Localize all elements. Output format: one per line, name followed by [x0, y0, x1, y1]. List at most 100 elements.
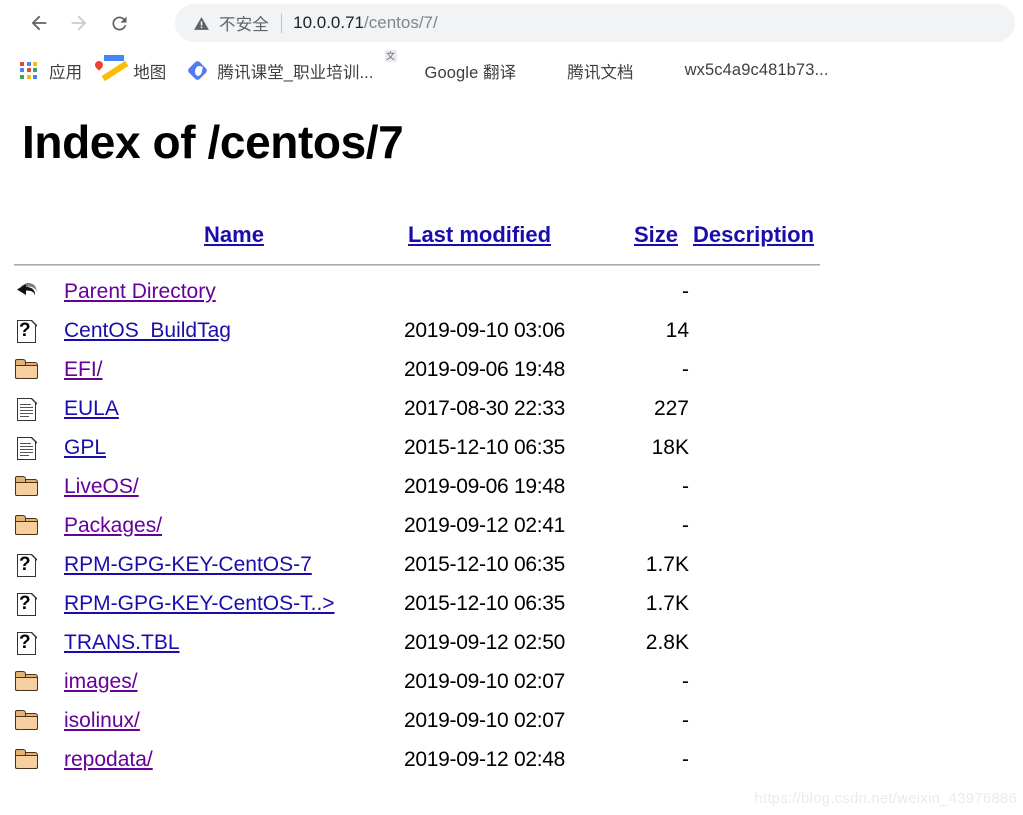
row-description-cell: [689, 506, 853, 545]
reload-button[interactable]: [102, 6, 136, 40]
watermark: https://blog.csdn.net/weixin_43976886: [754, 790, 1017, 807]
bookmark-label: 应用: [49, 63, 83, 82]
row-name-cell: LiveOS/: [64, 467, 404, 506]
folder-icon: [14, 474, 40, 500]
row-name-cell: Parent Directory: [64, 272, 404, 311]
file-link[interactable]: GPL: [64, 436, 106, 459]
bookmark-maps[interactable]: 地图: [93, 54, 166, 86]
text-file-icon: [14, 396, 40, 422]
file-link[interactable]: EULA: [64, 397, 119, 420]
table-row: LiveOS/2019-09-06 19:48 -: [14, 467, 853, 506]
folder-icon: [14, 513, 40, 539]
row-size-cell: -: [682, 513, 689, 537]
table-row: Packages/2019-09-12 02:41 -: [14, 506, 853, 545]
file-link[interactable]: isolinux/: [64, 709, 140, 732]
back-arrow-icon: [31, 15, 47, 31]
folder-icon: [14, 708, 40, 734]
file-link[interactable]: Packages/: [64, 514, 162, 537]
table-row: Parent Directory -: [14, 272, 853, 311]
row-size-cell: -: [682, 357, 689, 381]
row-icon-cell: [14, 350, 64, 389]
table-row: GPL 2015-12-10 06:35 18K: [14, 428, 853, 467]
row-icon-cell: ?: [14, 584, 64, 623]
directory-listing-table: Name Last modified Size Description Pare…: [14, 213, 853, 779]
row-date-cell: 2019-09-06 19:48: [404, 357, 566, 381]
row-size-cell: -: [682, 669, 689, 693]
url-text: 10.0.0.71/centos/7/: [293, 13, 438, 33]
unknown-file-icon: ?: [14, 630, 40, 656]
table-rule-cell: [14, 257, 853, 272]
row-description-cell: [689, 623, 853, 662]
apps-grid-icon: [20, 61, 40, 81]
folder-icon: [14, 357, 40, 383]
row-date-cell: 2019-09-10 02:07: [404, 669, 566, 693]
row-date-cell: 2015-12-10 06:35: [404, 591, 566, 615]
back-button[interactable]: [22, 6, 56, 40]
table-row: images/2019-09-10 02:07 -: [14, 662, 853, 701]
sort-by-size-link[interactable]: Size: [634, 222, 678, 247]
bookmark-wechat-note[interactable]: wx5c4a9c481b73...: [656, 56, 829, 86]
row-name-cell: repodata/: [64, 740, 404, 779]
table-row: ? TRANS.TBL 2019-09-12 02:50 2.8K: [14, 623, 853, 662]
bookmark-label: 腾讯课堂_职业培训...: [217, 63, 374, 82]
row-description-cell: [689, 272, 853, 311]
row-size-cell: -: [682, 708, 689, 732]
row-date-cell: 2019-09-12 02:48: [404, 747, 566, 771]
row-icon-cell: [14, 428, 64, 467]
row-description-cell: [689, 584, 853, 623]
row-name-cell: images/: [64, 662, 404, 701]
row-icon-cell: ?: [14, 311, 64, 350]
th-size: Size: [630, 213, 689, 257]
row-name-cell: GPL: [64, 428, 404, 467]
file-link[interactable]: RPM-GPG-KEY-CentOS-T..>: [64, 592, 335, 615]
file-link[interactable]: images/: [64, 670, 138, 693]
file-link[interactable]: TRANS.TBL: [64, 631, 180, 654]
table-header: Name Last modified Size Description: [14, 213, 853, 272]
row-date-cell: [404, 272, 630, 311]
bookmark-tencent-classroom[interactable]: 腾讯课堂_职业培训...: [187, 56, 374, 86]
row-name-cell: CentOS_BuildTag: [64, 311, 404, 350]
table-row: ? RPM-GPG-KEY-CentOS-T..> 2015-12-10 06:35…: [14, 584, 853, 623]
bookmarks-bar: 应用 地图 腾讯课堂_职业培训... G文 Google 翻译 腾讯文档 wx5…: [0, 46, 1023, 95]
table-row: repodata/2019-09-12 02:48 -: [14, 740, 853, 779]
file-link[interactable]: repodata/: [64, 748, 153, 771]
sort-by-description-link[interactable]: Description: [693, 222, 814, 247]
row-description-cell: [689, 350, 853, 389]
row-description-cell: [689, 467, 853, 506]
address-bar[interactable]: 不安全 10.0.0.71/centos/7/: [175, 4, 1015, 42]
google-translate-icon: G文: [384, 49, 407, 75]
row-date-cell: 2019-09-12 02:41: [404, 513, 566, 537]
row-name-cell: RPM-GPG-KEY-CentOS-7: [64, 545, 404, 584]
table-header-row: Name Last modified Size Description: [14, 213, 853, 257]
bookmark-tencent-docs[interactable]: 腾讯文档: [538, 56, 634, 86]
address-bar-divider: [281, 13, 283, 33]
sort-by-date-link[interactable]: Last modified: [408, 222, 551, 247]
table-row: ? CentOS_BuildTag 2019-09-10 03:06 14: [14, 311, 853, 350]
row-description-cell: [689, 545, 853, 584]
row-size-cell: 14: [665, 318, 689, 342]
row-size-cell: 1.7K: [645, 591, 689, 615]
text-file-icon: [14, 435, 40, 461]
row-size-cell: 1.7K: [645, 552, 689, 576]
row-name-cell: EULA: [64, 389, 404, 428]
bookmark-google-translate[interactable]: G文 Google 翻译: [384, 49, 517, 86]
file-link[interactable]: Parent Directory: [64, 280, 216, 303]
bookmark-apps[interactable]: 应用: [20, 56, 82, 86]
forward-button[interactable]: [62, 6, 96, 40]
security-status[interactable]: 不安全: [193, 11, 269, 35]
row-date-cell: 2019-09-10 02:07: [404, 708, 566, 732]
navigation-toolbar: 不安全 10.0.0.71/centos/7/: [0, 0, 1023, 46]
row-date-cell: 2017-08-30 22:33: [404, 396, 566, 420]
row-name-cell: TRANS.TBL: [64, 623, 404, 662]
file-link[interactable]: EFI/: [64, 358, 103, 381]
row-icon-cell: [14, 701, 64, 740]
row-description-cell: [689, 311, 853, 350]
file-link[interactable]: RPM-GPG-KEY-CentOS-7: [64, 553, 312, 576]
file-link[interactable]: CentOS_BuildTag: [64, 319, 231, 342]
folder-icon: [14, 747, 40, 773]
file-link[interactable]: LiveOS/: [64, 475, 139, 498]
directory-listing-body: Parent Directory -? CentOS_BuildTag 2019-09…: [14, 272, 853, 779]
row-description-cell: [689, 662, 853, 701]
row-size-cell: 2.8K: [645, 630, 689, 654]
sort-by-name-link[interactable]: Name: [204, 222, 264, 247]
